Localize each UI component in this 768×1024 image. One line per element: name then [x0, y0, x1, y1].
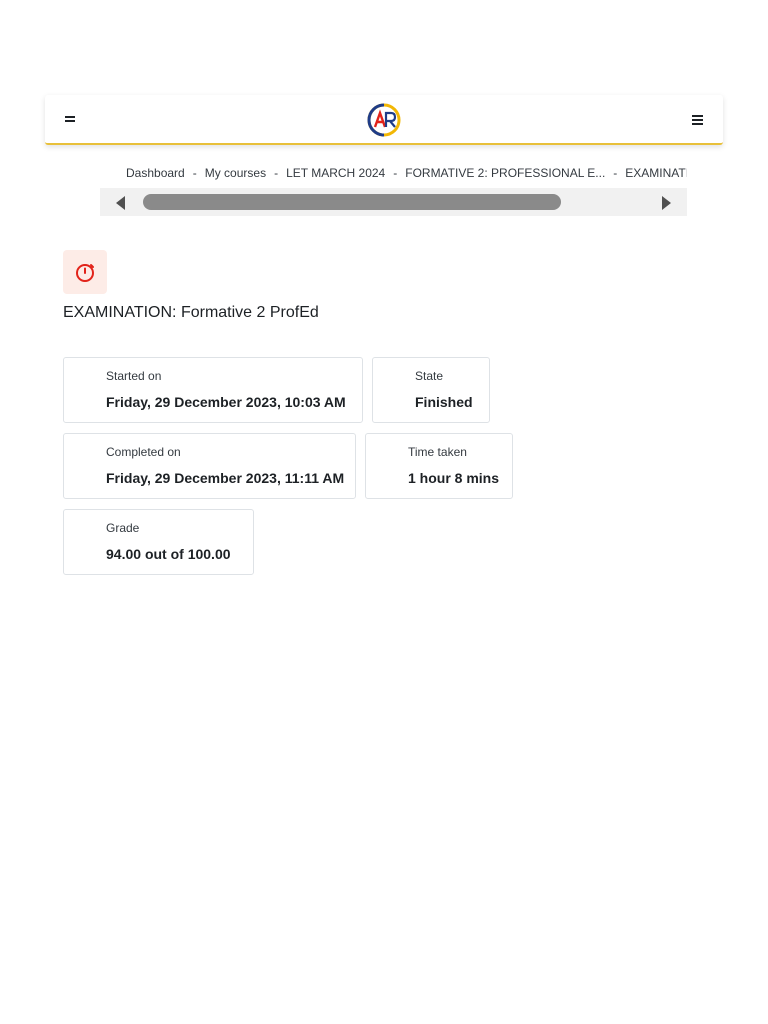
site-logo[interactable] — [365, 103, 403, 137]
state-card: State Finished — [372, 357, 490, 423]
breadcrumb-separator: - — [274, 166, 279, 180]
grade-label: Grade — [106, 521, 140, 535]
time-taken-label: Time taken — [408, 445, 467, 459]
breadcrumb-item-section[interactable]: FORMATIVE 2: PROFESSIONAL E... — [405, 166, 605, 180]
state-label: State — [415, 369, 444, 383]
started-on-label: Started on — [106, 369, 162, 383]
grade-value: 94.00 out of 100.00 — [106, 546, 231, 562]
time-taken-value: 1 hour 8 mins — [408, 470, 500, 486]
hamburger-menu-icon[interactable] — [691, 113, 705, 127]
grade-score: 94.00 — [106, 546, 142, 562]
top-navbar — [45, 95, 723, 145]
time-taken-card: Time taken 1 hour 8 mins — [365, 433, 513, 499]
started-on-value: Friday, 29 December 2023, 10:03 AM — [106, 394, 346, 410]
started-on-card: Started on Friday, 29 December 2023, 10:… — [63, 357, 363, 423]
scrollbar-thumb[interactable] — [143, 194, 561, 210]
completed-on-value: Friday, 29 December 2023, 11:11 AM — [106, 470, 345, 486]
breadcrumb-scrollbar[interactable] — [100, 188, 687, 216]
drawer-toggle-icon[interactable] — [63, 113, 77, 125]
scroll-left-arrow-icon[interactable] — [116, 196, 125, 210]
breadcrumb-separator: - — [393, 166, 398, 180]
state-value: Finished — [415, 394, 473, 410]
stopwatch-icon — [76, 264, 94, 282]
grade-suffix: out of 100.00 — [144, 546, 231, 562]
breadcrumb-separator: - — [613, 166, 618, 180]
grade-card: Grade 94.00 out of 100.00 — [63, 509, 254, 575]
activity-icon-badge — [63, 250, 107, 294]
completed-on-card: Completed on Friday, 29 December 2023, 1… — [63, 433, 356, 499]
breadcrumb: Dashboard - My courses - LET MARCH 2024- FORM… — [126, 166, 687, 180]
breadcrumb-item-activity[interactable]: EXAMINATION — [625, 166, 687, 180]
breadcrumb-item-my-courses[interactable]: My courses — [205, 166, 266, 180]
breadcrumb-separator: - — [192, 166, 197, 180]
breadcrumb-item-dashboard[interactable]: Dashboard — [126, 166, 185, 180]
breadcrumb-container: Dashboard - My courses - LET MARCH 2024- FORM… — [100, 160, 687, 216]
scroll-right-arrow-icon[interactable] — [662, 196, 671, 210]
completed-on-label: Completed on — [106, 445, 181, 459]
breadcrumb-item-course[interactable]: LET MARCH 2024 — [286, 166, 385, 180]
page-title: EXAMINATION: Formative 2 ProfEd — [63, 304, 319, 321]
